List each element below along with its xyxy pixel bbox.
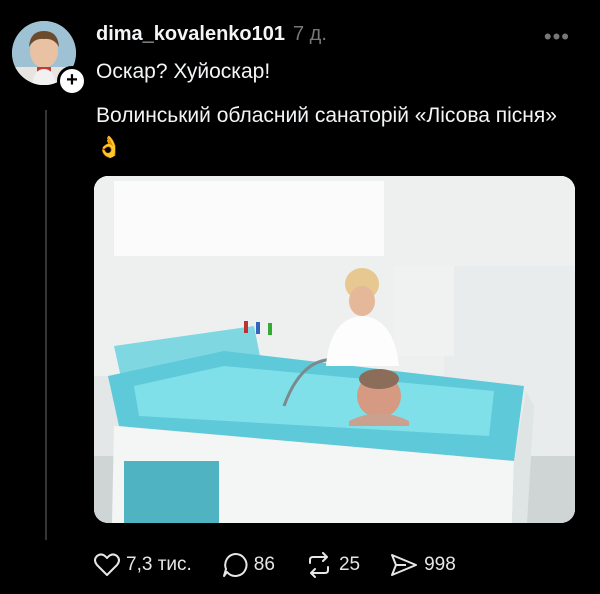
comment-icon xyxy=(222,552,248,577)
repost-button[interactable]: 25 xyxy=(305,552,360,578)
more-options-icon[interactable]: ••• xyxy=(544,24,570,50)
post-image[interactable] xyxy=(94,176,575,523)
caption-text: Волинський обласний санаторій «Лісова пі… xyxy=(96,104,557,127)
send-icon xyxy=(391,554,418,576)
repost-icon xyxy=(308,552,329,578)
username[interactable]: dima_kovalenko101 xyxy=(96,23,285,46)
repost-count: 25 xyxy=(338,554,361,575)
post-text-line-1: Оскар? Хуйоскар! xyxy=(96,60,271,83)
post-time[interactable]: 7 д. xyxy=(293,23,327,46)
post-header: dima_kovalenko101 7 д. xyxy=(96,19,327,49)
heart-icon xyxy=(94,553,120,576)
like-count: 7,3 тис. xyxy=(126,554,192,575)
thread-line xyxy=(45,110,47,540)
ok-hand-emoji: 👌 xyxy=(96,136,123,159)
comment-count: 86 xyxy=(253,554,275,575)
share-count: 998 xyxy=(424,554,456,575)
avatar-container[interactable]: + xyxy=(12,21,87,96)
like-button[interactable]: 7,3 тис. xyxy=(94,553,192,577)
post-caption: Волинський обласний санаторій «Лісова пі… xyxy=(96,100,566,164)
share-button[interactable]: 998 xyxy=(390,552,456,578)
follow-plus-icon[interactable]: + xyxy=(57,66,87,96)
comment-button[interactable]: 86 xyxy=(222,552,275,578)
action-bar: 7,3 тис. 86 25 998 xyxy=(94,549,486,581)
